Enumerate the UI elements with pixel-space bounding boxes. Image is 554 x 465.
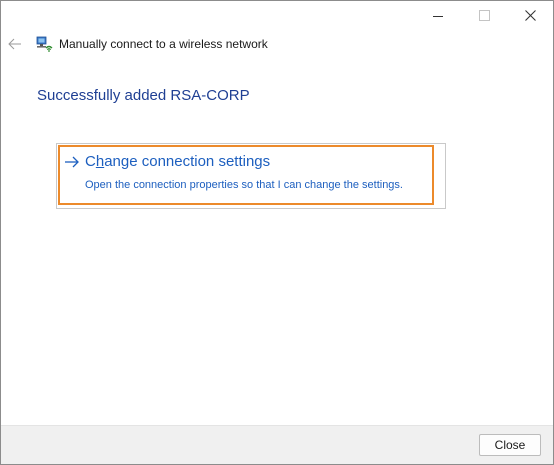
header-row: Manually connect to a wireless network [7,35,268,53]
close-window-button[interactable] [507,1,553,29]
option-title-accesskey: h [95,153,105,170]
close-button[interactable]: Close [479,434,541,456]
option-description: Open the connection properties so that I… [85,179,403,191]
minimize-icon [433,15,443,17]
change-connection-settings-option[interactable]: Change connection settings Open the conn… [56,143,446,209]
arrow-right-icon [65,156,79,168]
close-icon [524,9,536,21]
option-focus-border[interactable]: Change connection settings Open the conn… [58,145,434,205]
dialog-window: Manually connect to a wireless network S… [0,0,554,465]
option-title[interactable]: Change connection settings [85,153,270,170]
back-button[interactable] [7,36,23,52]
window-title: Manually connect to a wireless network [59,37,268,51]
maximize-icon [478,9,490,21]
caption-buttons [415,1,553,29]
option-title-prefix: C [85,153,96,170]
page-heading: Successfully added RSA-CORP [37,87,250,104]
back-arrow-icon [8,38,21,50]
network-icon [35,36,53,52]
footer-bar: Close [1,425,553,464]
option-title-rest: ange connection settings [104,153,271,170]
maximize-button[interactable] [461,1,507,29]
minimize-button[interactable] [415,1,461,29]
